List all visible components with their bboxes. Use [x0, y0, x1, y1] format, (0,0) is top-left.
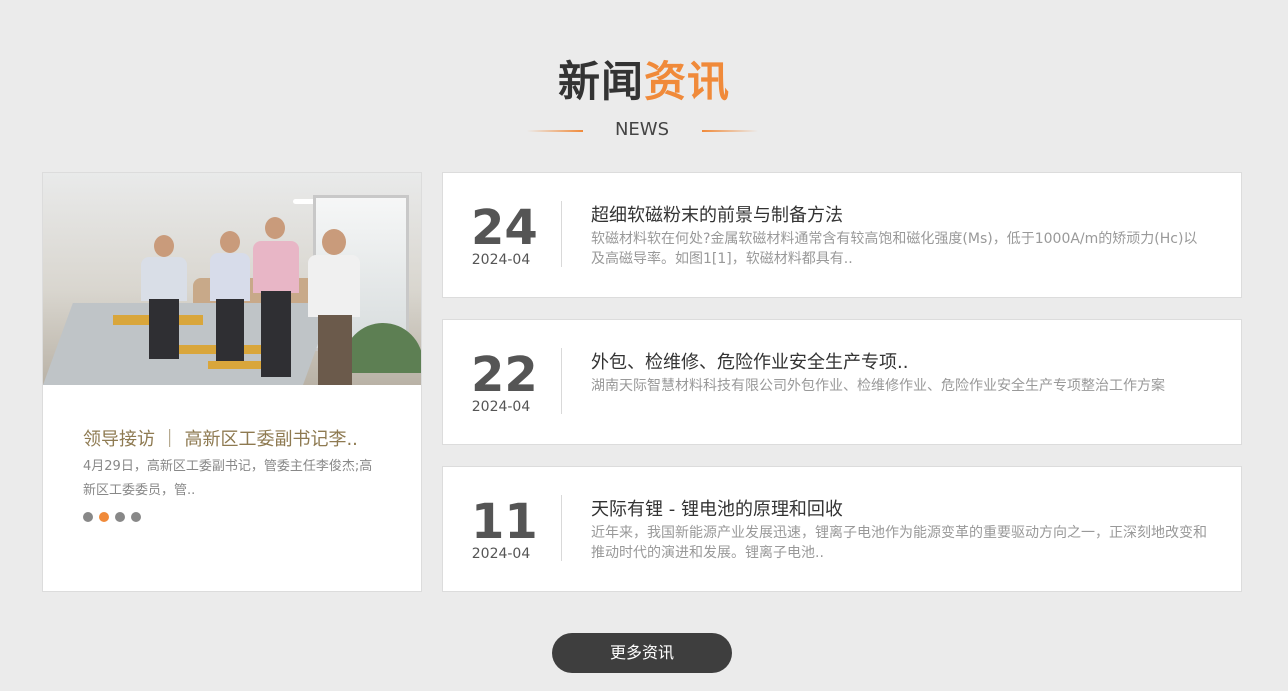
section-subtitle-row: NEWS — [0, 118, 1288, 142]
news-date-separator — [561, 201, 562, 267]
more-news-button[interactable]: 更多资讯 — [552, 633, 732, 673]
news-date-separator — [561, 348, 562, 414]
subtitle-right-line — [702, 130, 758, 132]
carousel-dot[interactable] — [115, 512, 125, 522]
featured-news-photo[interactable] — [43, 173, 421, 385]
carousel-dots — [83, 512, 147, 522]
carousel-dot-active[interactable] — [99, 512, 109, 522]
carousel-dot[interactable] — [131, 512, 141, 522]
news-date-day: 24 — [471, 200, 538, 256]
section-subtitle: NEWS — [614, 119, 670, 140]
news-title[interactable]: 外包、检维修、危险作业安全生产专项.. — [591, 350, 1211, 376]
featured-news-card[interactable]: 领导接访 ｜ 高新区工委副书记李.. 4月29日，高新区工委副书记，管委主任李俊… — [42, 172, 422, 592]
news-date-day: 22 — [471, 347, 538, 403]
section-header: 新闻资讯 NEWS — [0, 52, 1288, 140]
news-item[interactable]: 22 2024-04 外包、检维修、危险作业安全生产专项.. 湖南天际智慧材料科… — [442, 319, 1242, 445]
news-item[interactable]: 24 2024-04 超细软磁粉末的前景与制备方法 软磁材料软在何处?金属软磁材… — [442, 172, 1242, 298]
featured-news-title[interactable]: 领导接访 ｜ 高新区工委副书记李.. — [83, 427, 383, 453]
news-date-month: 2024-04 — [471, 252, 531, 268]
news-date-month: 2024-04 — [471, 546, 531, 562]
featured-news-description: 4月29日，高新区工委副书记，管委主任李俊杰;高新区工委委员，管.. — [83, 459, 373, 498]
news-summary: 软磁材料软在何处?金属软磁材料通常含有较高饱和磁化强度(Ms)，低于1000A/… — [591, 231, 1198, 267]
news-title[interactable]: 天际有锂 - 锂电池的原理和回收 — [591, 497, 1211, 523]
news-date-separator — [561, 495, 562, 561]
news-date-month: 2024-04 — [471, 399, 531, 415]
section-title: 新闻资讯 — [0, 52, 1288, 112]
section-title-accent: 资讯 — [644, 57, 731, 106]
subtitle-left-line — [527, 130, 583, 132]
carousel-dot[interactable] — [83, 512, 93, 522]
news-item[interactable]: 11 2024-04 天际有锂 - 锂电池的原理和回收 近年来，我国新能源产业发… — [442, 466, 1242, 592]
news-summary: 近年来，我国新能源产业发展迅速，锂离子电池作为能源变革的重要驱动方向之一，正深刻… — [591, 525, 1207, 561]
section-title-dark: 新闻 — [557, 57, 644, 106]
news-summary: 湖南天际智慧材料科技有限公司外包作业、检维修作业、危险作业安全生产专项整治工作方… — [591, 378, 1165, 394]
news-title[interactable]: 超细软磁粉末的前景与制备方法 — [591, 203, 1211, 229]
news-date-day: 11 — [471, 494, 538, 550]
